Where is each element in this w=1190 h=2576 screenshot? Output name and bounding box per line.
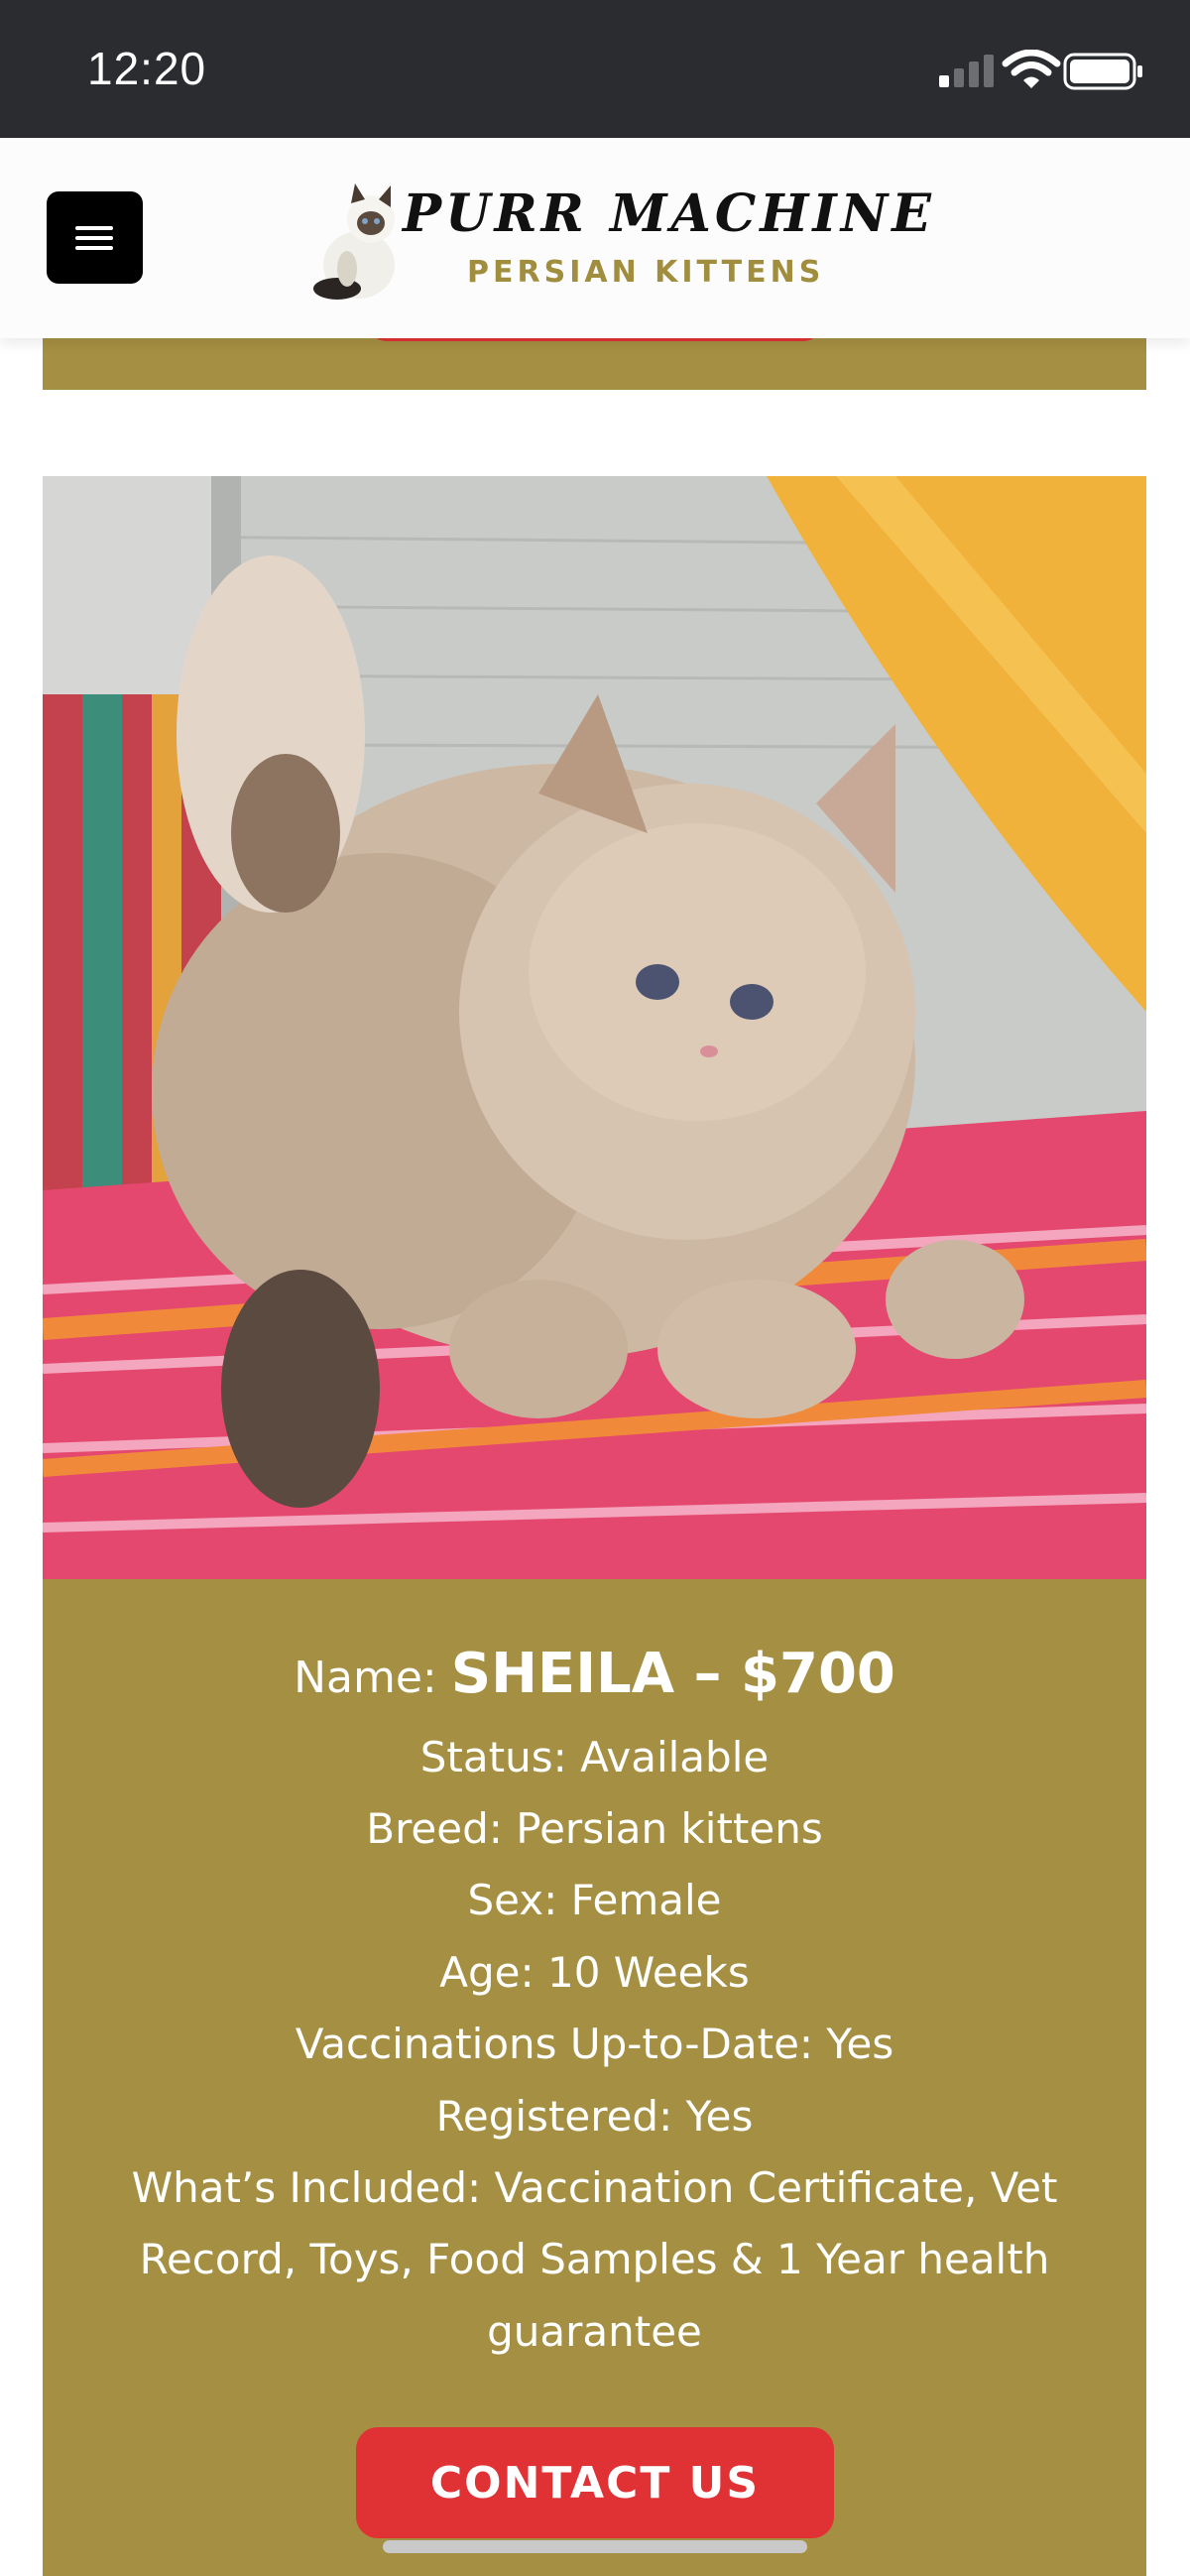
kitten-included-line-1: What’s Included: Vaccination Certificate… <box>131 2163 1058 2212</box>
site-logo[interactable]: PURR MACHINE PERSIAN KITTENS <box>307 178 931 307</box>
cellular-signal-icon <box>939 55 994 87</box>
status-time: 12:20 <box>87 43 207 94</box>
hamburger-menu-button[interactable] <box>47 191 143 284</box>
menu-icon-bar <box>75 236 113 240</box>
home-indicator[interactable] <box>383 2540 807 2553</box>
kitten-age: Age: 10 Weeks <box>439 1948 750 1997</box>
menu-icon-bar <box>75 246 113 250</box>
kitten-status: Status: Available <box>419 1733 770 1781</box>
site-header: PURR MACHINE PERSIAN KITTENS <box>0 138 1190 338</box>
kitten-vaccinations: Vaccinations Up-to-Date: Yes <box>295 2020 894 2068</box>
kitten-registered: Registered: Yes <box>435 2092 754 2141</box>
name-label: Name: <box>294 1653 437 1703</box>
menu-icon <box>75 226 113 230</box>
battery-icon <box>1063 53 1142 90</box>
logo-subtitle: PERSIAN KITTENS <box>467 255 825 290</box>
kitten-sex: Sex: Female <box>467 1876 722 1924</box>
kitten-name-price: SHEILA – $700 <box>450 1642 895 1706</box>
contact-us-button[interactable]: CONTACT US <box>356 2427 834 2538</box>
kitten-included-line-2: Record, Toys, Food Samples & 1 Year heal… <box>139 2235 1050 2283</box>
kitten-details-card: Name: SHEILA – $700 Status: Available Br… <box>43 1579 1146 2576</box>
cat-logo-icon <box>313 184 395 300</box>
logo-title: PURR MACHINE <box>403 184 935 244</box>
kitten-photo-image <box>43 476 1146 1579</box>
kitten-included-line-3: guarantee <box>487 2307 702 2356</box>
kitten-name-line: Name: SHEILA – $700 <box>43 1639 1146 1714</box>
wifi-icon <box>1002 50 1061 88</box>
kitten-breed: Breed: Persian kittens <box>366 1804 823 1853</box>
status-bar: 12:20 <box>0 0 1190 138</box>
kitten-photo <box>43 476 1146 1579</box>
